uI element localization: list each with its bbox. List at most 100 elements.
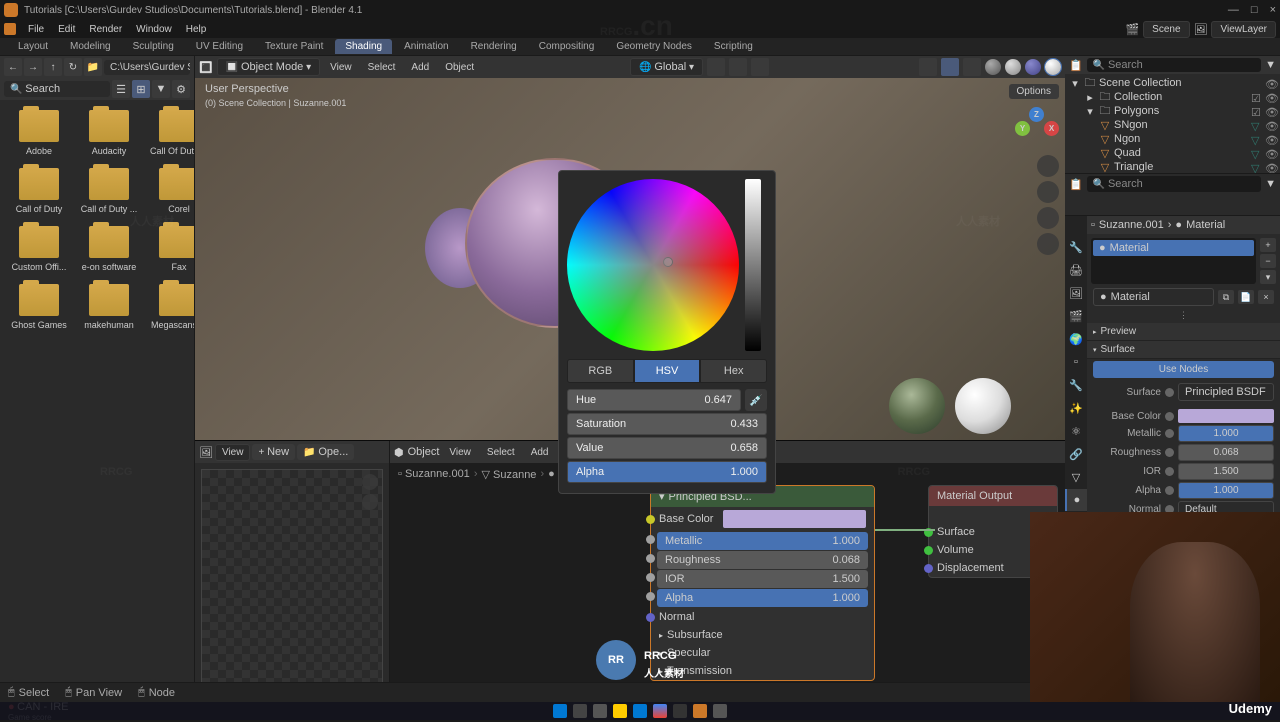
checkbox-icon[interactable]: ☑: [1251, 106, 1262, 117]
view-list-icon[interactable]: ☰: [112, 80, 130, 98]
folder-item[interactable]: Call Of Duty ...: [146, 106, 194, 160]
tab-sculpting[interactable]: Sculpting: [123, 39, 184, 54]
folder-item[interactable]: Call of Duty: [6, 164, 72, 218]
tab-shading[interactable]: Shading: [335, 39, 392, 54]
folder-item[interactable]: makehuman: [76, 280, 142, 334]
taskbar-chrome-icon[interactable]: [653, 704, 667, 718]
blender-icon[interactable]: [4, 23, 16, 35]
shading-solid-icon[interactable]: [1005, 59, 1021, 75]
node-expand-transmission[interactable]: Transmission: [651, 662, 874, 680]
shader-type-dropdown[interactable]: Object: [408, 446, 440, 458]
taskbar-explorer-icon[interactable]: [613, 704, 627, 718]
panel-surface-header[interactable]: Surface: [1087, 341, 1280, 359]
slot-menu-button[interactable]: ▾: [1260, 270, 1276, 284]
visibility-icon[interactable]: 👁: [1265, 92, 1276, 103]
folder-item[interactable]: Audacity: [76, 106, 142, 160]
visibility-icon[interactable]: 👁: [1265, 106, 1276, 117]
image-open-button[interactable]: 📁 Ope...: [297, 444, 354, 460]
nav-refresh-button[interactable]: ↻: [64, 58, 82, 76]
menu-help[interactable]: Help: [180, 22, 213, 37]
move-view-icon[interactable]: [1037, 181, 1059, 203]
viewport-options[interactable]: Options: [1009, 84, 1059, 99]
node-expand-specular[interactable]: Specular: [651, 644, 874, 662]
tab-object-icon[interactable]: ▫: [1065, 351, 1087, 373]
tab-constraint-icon[interactable]: 🔗: [1065, 443, 1087, 465]
tree-row-polygons[interactable]: ▾🗀Polygons☑👁: [1067, 104, 1278, 118]
visibility-icon[interactable]: 👁: [1265, 120, 1276, 131]
node-alpha-slider[interactable]: Alpha1.000: [657, 589, 868, 607]
node-ior-slider[interactable]: IOR1.500: [657, 570, 868, 588]
tree-row-quad[interactable]: ▽Quad▽👁: [1067, 146, 1278, 160]
transform-orientation[interactable]: 🌐 Global ▾: [630, 58, 703, 76]
socket-dot[interactable]: [1165, 412, 1174, 421]
vp-menu-view[interactable]: View: [324, 60, 358, 75]
socket-dot[interactable]: [1165, 486, 1174, 495]
nav-newfolder-button[interactable]: 📁: [84, 58, 102, 76]
node-principled-bsdf[interactable]: ▾Principled BSD... Base Color Metallic1.…: [650, 485, 875, 681]
tab-geonodes[interactable]: Geometry Nodes: [606, 39, 702, 54]
filter-icon[interactable]: ▼: [152, 80, 170, 98]
alpha-slider[interactable]: 1.000: [1178, 482, 1274, 499]
proportional-icon[interactable]: [751, 58, 769, 76]
editor-type-icon[interactable]: 🔳: [199, 61, 213, 74]
mode-hsv[interactable]: HSV: [634, 359, 701, 383]
zoom-icon[interactable]: [362, 474, 378, 490]
sort-icon[interactable]: ⚙: [172, 80, 190, 98]
mode-rgb[interactable]: RGB: [567, 359, 634, 383]
metallic-slider[interactable]: 1.000: [1178, 425, 1274, 442]
alpha-slider-field[interactable]: Alpha1.000: [567, 461, 767, 483]
node-roughness-slider[interactable]: Roughness0.068: [657, 551, 868, 569]
surface-shader-dropdown[interactable]: Principled BSDF: [1178, 383, 1274, 401]
mesh-icon[interactable]: ▽: [1251, 134, 1262, 145]
node-metallic-slider[interactable]: Metallic1.000: [657, 532, 868, 550]
panel-preview-header[interactable]: Preview: [1087, 323, 1280, 341]
menu-file[interactable]: File: [22, 22, 50, 37]
add-slot-button[interactable]: +: [1260, 238, 1276, 252]
view-grid-icon[interactable]: ⊞: [132, 80, 150, 98]
visibility-icon[interactable]: 👁: [1265, 78, 1276, 89]
image-editor-type-icon[interactable]: 🖼: [199, 446, 213, 459]
color-wheel[interactable]: [567, 179, 739, 351]
hue-slider[interactable]: Hue0.647: [567, 389, 741, 411]
material-name-field[interactable]: ●Material: [1093, 288, 1214, 306]
tab-animation[interactable]: Animation: [394, 39, 458, 54]
mesh-icon[interactable]: ▽: [1251, 148, 1262, 159]
node-socket-basecolor[interactable]: Base Color: [651, 507, 874, 531]
roughness-slider[interactable]: 0.068: [1178, 444, 1274, 461]
socket-dot[interactable]: [1165, 467, 1174, 476]
value-slider-field[interactable]: Value0.658: [567, 437, 767, 459]
node-editor-type-icon[interactable]: ⬢: [394, 446, 404, 459]
windows-start-icon[interactable]: [553, 704, 567, 718]
folder-item[interactable]: Adobe: [6, 106, 72, 160]
visibility-icon[interactable]: 👁: [1265, 148, 1276, 159]
ior-slider[interactable]: 1.500: [1178, 463, 1274, 480]
ne-menu-select[interactable]: Select: [481, 445, 521, 460]
mesh-icon[interactable]: ▽: [1251, 162, 1262, 173]
vp-menu-select[interactable]: Select: [362, 60, 402, 75]
tab-layout[interactable]: Layout: [8, 39, 58, 54]
mat-search-input[interactable]: 🔍 Search: [1087, 176, 1261, 192]
folder-item[interactable]: Fax: [146, 222, 194, 276]
tree-row-ngon[interactable]: ▽Ngon▽👁: [1067, 132, 1278, 146]
checkbox-icon[interactable]: ☑: [1251, 92, 1262, 103]
perspective-toggle-icon[interactable]: [1037, 233, 1059, 255]
taskbar-search-icon[interactable]: [573, 704, 587, 718]
image-preview-area[interactable]: [201, 469, 383, 714]
tab-particle-icon[interactable]: ✨: [1065, 397, 1087, 419]
tab-world-icon[interactable]: 🌍: [1065, 328, 1087, 350]
folder-item[interactable]: Custom Offi...: [6, 222, 72, 276]
node-header[interactable]: Material Output: [929, 486, 1057, 506]
viewlayer-field[interactable]: ViewLayer: [1211, 21, 1276, 38]
taskbar-taskview-icon[interactable]: [593, 704, 607, 718]
folder-item[interactable]: Megascans ...: [146, 280, 194, 334]
tab-modeling[interactable]: Modeling: [60, 39, 121, 54]
taskbar-edge-icon[interactable]: [633, 704, 647, 718]
mat-users-button[interactable]: ⧉: [1218, 290, 1234, 304]
mat-unlink-button[interactable]: ×: [1258, 290, 1274, 304]
node-expand-subsurface[interactable]: Subsurface: [651, 626, 874, 644]
nav-forward-button[interactable]: →: [24, 58, 42, 76]
folder-item[interactable]: Call of Duty ...: [76, 164, 142, 218]
menu-render[interactable]: Render: [83, 22, 128, 37]
node-socket-normal[interactable]: Normal: [651, 608, 874, 626]
menu-edit[interactable]: Edit: [52, 22, 81, 37]
